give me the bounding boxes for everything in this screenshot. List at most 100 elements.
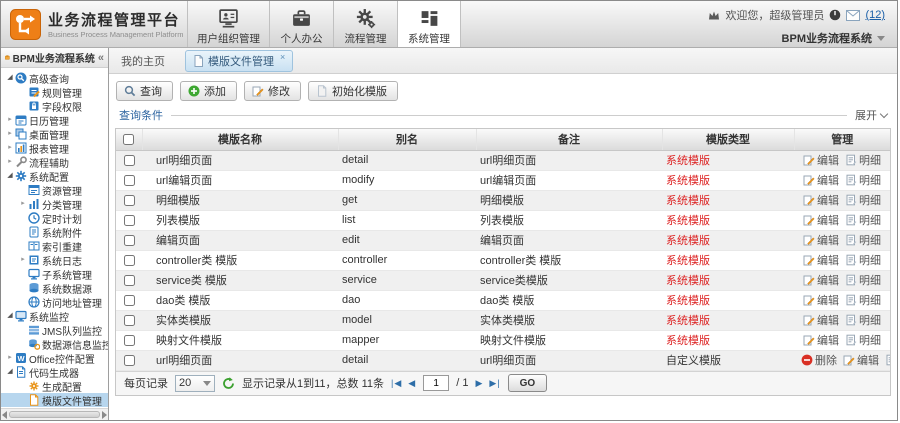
edit-link[interactable]: 编辑 — [803, 172, 839, 188]
first-page-button[interactable]: |◀ — [391, 378, 402, 389]
sidebar-item-系统数据源[interactable]: 系统数据源 — [1, 281, 108, 295]
sidebar-item-生成配置[interactable]: 生成配置 — [1, 379, 108, 393]
sidebar-item-高级查询[interactable]: ◢ 高级查询 — [1, 71, 108, 85]
tree-expanded-icon[interactable]: ◢ — [5, 71, 15, 85]
edit-link[interactable]: 编辑 — [803, 272, 839, 288]
tree-collapsed-icon[interactable]: ▸ — [5, 351, 15, 365]
detail-link[interactable]: 明细 — [845, 212, 881, 228]
edit-link[interactable]: 编辑 — [803, 252, 839, 268]
sidebar-item-索引重建[interactable]: 索引重建 — [1, 239, 108, 253]
edit-link[interactable]: 编辑 — [803, 192, 839, 208]
detail-link[interactable]: 明细 — [845, 192, 881, 208]
row-checkbox[interactable] — [123, 354, 135, 366]
sidebar-item-代码生成器[interactable]: ◢ 代码生成器 — [1, 365, 108, 379]
scroll-right-icon[interactable] — [102, 410, 107, 419]
tree-expanded-icon[interactable]: ◢ — [5, 309, 15, 323]
row-checkbox[interactable] — [123, 174, 135, 186]
tree-collapsed-icon[interactable]: ▸ — [5, 113, 15, 127]
nav-user-org[interactable]: 用户组织管理 — [187, 1, 269, 47]
close-icon[interactable]: × — [280, 52, 285, 62]
tab-my-homepage[interactable]: 我的主页 — [119, 50, 167, 72]
tree-collapsed-icon[interactable]: ▸ — [18, 197, 28, 211]
cell-template-type[interactable]: 系统模版 — [662, 250, 794, 271]
query-button[interactable]: 查询 — [116, 81, 173, 101]
detail-link[interactable]: 明细 — [885, 352, 890, 368]
edit-link[interactable]: 编辑 — [803, 152, 839, 168]
sidebar-item-分类管理[interactable]: ▸ 分类管理 — [1, 197, 108, 211]
cell-template-type[interactable]: 系统模版 — [662, 210, 794, 231]
edit-link[interactable]: 编辑 — [843, 352, 879, 368]
scrollbar-thumb[interactable] — [9, 411, 100, 418]
cell-template-type[interactable]: 系统模版 — [662, 230, 794, 251]
tree-collapsed-icon[interactable]: ▸ — [18, 253, 28, 267]
cell-template-type[interactable]: 系统模版 — [662, 150, 794, 171]
nav-personal-office[interactable]: 个人办公 — [269, 1, 333, 47]
sidebar-item-数据源信息监控[interactable]: 数据源信息监控 — [1, 337, 108, 351]
edit-link[interactable]: 编辑 — [803, 292, 839, 308]
sidebar-item-规则管理[interactable]: 规则管理 — [1, 85, 108, 99]
select-all-checkbox[interactable] — [123, 133, 135, 145]
init-template-button[interactable]: 初始化模版 — [308, 81, 398, 101]
sidebar-item-字段权限[interactable]: 字段权限 — [1, 99, 108, 113]
edit-link[interactable]: 编辑 — [803, 312, 839, 328]
add-button[interactable]: 添加 — [180, 81, 237, 101]
row-checkbox[interactable] — [123, 334, 135, 346]
sidebar-hscrollbar[interactable] — [1, 408, 108, 420]
sidebar-item-资源管理[interactable]: 资源管理 — [1, 183, 108, 197]
refresh-icon[interactable] — [222, 376, 235, 390]
sidebar-item-流程辅助[interactable]: ▸ 流程辅助 — [1, 155, 108, 169]
delete-link[interactable]: 删除 — [801, 352, 837, 368]
detail-link[interactable]: 明细 — [845, 272, 881, 288]
modify-button[interactable]: 修改 — [244, 81, 301, 101]
nav-system-mgmt[interactable]: 系统管理 — [397, 1, 461, 47]
sidebar-item-报表管理[interactable]: ▸ 报表管理 — [1, 141, 108, 155]
row-checkbox[interactable] — [123, 254, 135, 266]
row-checkbox[interactable] — [123, 194, 135, 206]
cell-template-type[interactable]: 系统模版 — [662, 270, 794, 291]
sidebar-item-桌面管理[interactable]: ▸ 桌面管理 — [1, 127, 108, 141]
cell-template-type[interactable]: 系统模版 — [662, 190, 794, 211]
tab-template-file-management[interactable]: 模版文件管理 × — [185, 49, 294, 72]
tree-collapsed-icon[interactable]: ▸ — [5, 155, 15, 169]
edit-link[interactable]: 编辑 — [803, 232, 839, 248]
nav-process-mgmt[interactable]: 流程管理 — [333, 1, 397, 47]
next-page-button[interactable]: ▶ — [475, 378, 483, 389]
row-checkbox[interactable] — [123, 154, 135, 166]
sidebar-item-Office控件配置[interactable]: ▸ W Office控件配置 — [1, 351, 108, 365]
sidebar-item-子系统管理[interactable]: 子系统管理 — [1, 267, 108, 281]
detail-link[interactable]: 明细 — [845, 172, 881, 188]
tree-expanded-icon[interactable]: ◢ — [5, 365, 15, 379]
logout-icon[interactable] — [829, 9, 841, 21]
cell-template-type[interactable]: 系统模版 — [662, 330, 794, 351]
row-checkbox[interactable] — [123, 274, 135, 286]
cell-template-type[interactable]: 系统模版 — [662, 310, 794, 331]
scroll-left-icon[interactable] — [2, 410, 7, 419]
sidebar-item-系统附件[interactable]: 系统附件 — [1, 225, 108, 239]
sidebar-item-系统配置[interactable]: ◢ 系统配置 — [1, 169, 108, 183]
edit-link[interactable]: 编辑 — [803, 332, 839, 348]
tree-collapsed-icon[interactable]: ▸ — [5, 127, 15, 141]
sidebar-item-日历管理[interactable]: ▸ 日历管理 — [1, 113, 108, 127]
cell-template-type[interactable]: 系统模版 — [662, 290, 794, 311]
tree-expanded-icon[interactable]: ◢ — [5, 169, 15, 183]
mail-icon[interactable] — [846, 9, 861, 21]
row-checkbox[interactable] — [123, 294, 135, 306]
cell-template-type[interactable]: 系统模版 — [662, 170, 794, 191]
detail-link[interactable]: 明细 — [845, 292, 881, 308]
go-button[interactable]: GO — [507, 374, 548, 392]
sidebar-item-定时计划[interactable]: 定时计划 — [1, 211, 108, 225]
edit-link[interactable]: 编辑 — [803, 212, 839, 228]
row-checkbox[interactable] — [123, 314, 135, 326]
detail-link[interactable]: 明细 — [845, 312, 881, 328]
sidebar-item-JMS队列监控[interactable]: JMS队列监控 — [1, 323, 108, 337]
row-checkbox[interactable] — [123, 234, 135, 246]
sidebar-item-系统监控[interactable]: ◢ 系统监控 — [1, 309, 108, 323]
detail-link[interactable]: 明细 — [845, 252, 881, 268]
detail-link[interactable]: 明细 — [845, 232, 881, 248]
page-number-input[interactable] — [423, 375, 450, 391]
row-checkbox[interactable] — [123, 214, 135, 226]
expand-toggle[interactable]: 展开 — [855, 107, 889, 123]
collapse-sidebar-button[interactable]: « — [98, 52, 104, 64]
sidebar-item-访问地址管理[interactable]: 访问地址管理 — [1, 295, 108, 309]
detail-link[interactable]: 明细 — [845, 152, 881, 168]
